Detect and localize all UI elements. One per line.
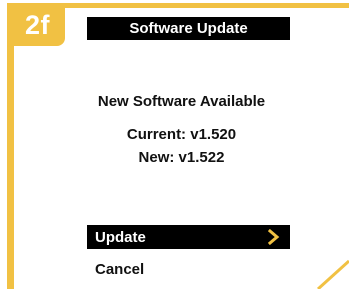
chevron-right-icon (268, 229, 280, 245)
instruction-panel: 2f Software Update New Software Availabl… (0, 0, 349, 289)
step-label: 2f (25, 10, 51, 40)
menu-item-cancel[interactable]: Cancel (87, 258, 290, 280)
decorative-corner-line (316, 259, 349, 289)
current-version: Current: v1.520 (126, 126, 237, 143)
menu-item-update[interactable]: Update (87, 225, 290, 249)
new-version: New: v1.522 (138, 149, 225, 166)
update-heading: New Software Available (97, 93, 266, 110)
menu-item-label: Update (95, 228, 146, 246)
step-badge: 2f (7, 3, 65, 46)
screen-title-bar: Software Update (87, 17, 290, 40)
screen-title: Software Update (129, 20, 248, 37)
menu-item-label: Cancel (95, 260, 145, 278)
